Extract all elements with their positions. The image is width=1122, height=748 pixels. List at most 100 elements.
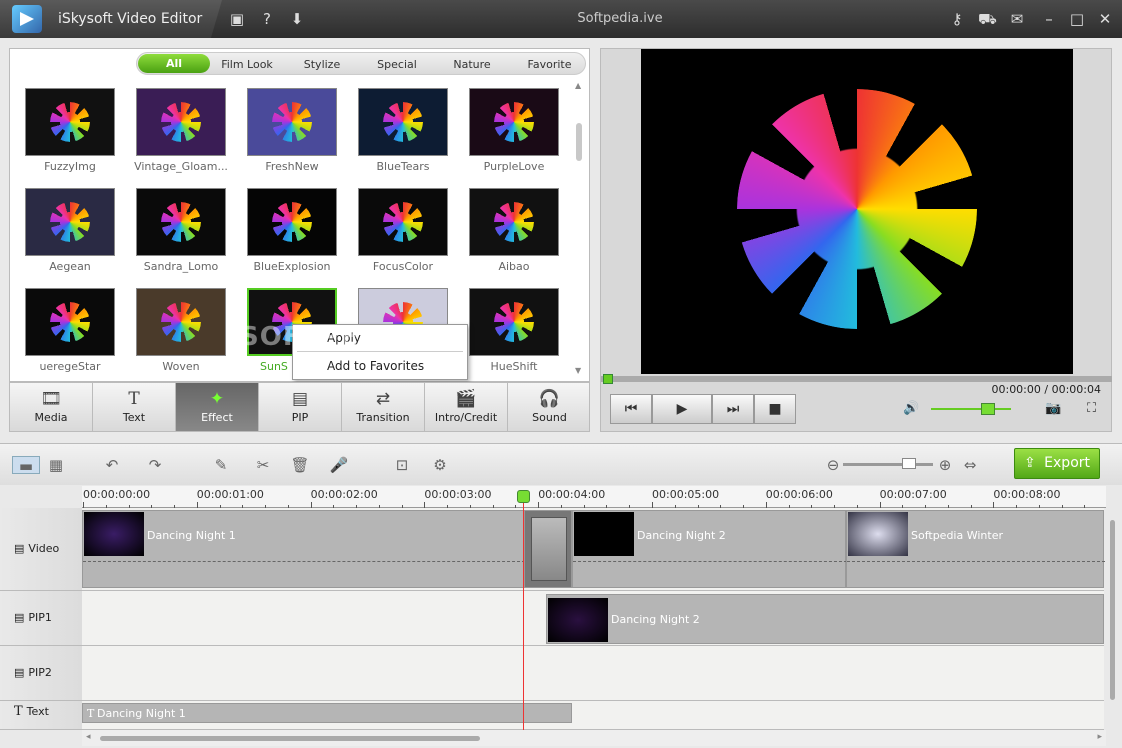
effect-item[interactable]: Aibao: [459, 188, 569, 278]
ruler-label: 00:00:05:00: [652, 488, 720, 501]
tab-nature[interactable]: Nature: [447, 56, 497, 73]
key-icon[interactable]: ⚷: [948, 10, 966, 28]
volume-slider[interactable]: [931, 408, 1011, 410]
ruler-label: 00:00:07:00: [879, 488, 947, 501]
tab-film-look[interactable]: Film Look: [217, 56, 277, 73]
text-icon: T: [87, 707, 95, 720]
effect-thumbnail: [247, 88, 337, 156]
clapper-icon: 🎬: [455, 389, 477, 409]
tab-favorite[interactable]: Favorite: [522, 56, 577, 73]
effect-item[interactable]: Woven: [126, 288, 236, 378]
playhead-line[interactable]: [523, 498, 524, 730]
effect-button[interactable]: ✦ Effect: [176, 383, 259, 431]
pip-icon: ▤: [291, 389, 309, 409]
play-button[interactable]: ▶: [652, 394, 712, 424]
delete-icon[interactable]: 🗑: [290, 456, 310, 474]
close-button[interactable]: ✕: [1096, 10, 1114, 28]
pip-button[interactable]: ▤ PIP: [259, 383, 342, 431]
cut-icon[interactable]: ✂: [253, 456, 273, 474]
video-clip[interactable]: Dancing Night 1: [82, 510, 525, 588]
zoom-knob[interactable]: [902, 458, 916, 469]
timeline-ruler[interactable]: 00:00:00:00 00:00:01:00 00:00:02:00 00:00:0…: [82, 486, 1106, 508]
text-track[interactable]: T Dancing Night 1: [82, 701, 1104, 730]
zoom-out-icon[interactable]: ⊖: [823, 456, 843, 474]
playhead-marker[interactable]: [517, 490, 530, 503]
zoom-slider[interactable]: [843, 463, 933, 466]
settings-icon[interactable]: ⚙: [430, 456, 450, 474]
preview-screen: [641, 49, 1073, 374]
tab-stylize[interactable]: Stylize: [297, 56, 347, 73]
clip-thumbnail: [574, 512, 634, 556]
scroll-thumb[interactable]: [100, 736, 480, 741]
chat-icon[interactable]: ✉: [1008, 10, 1026, 28]
effect-thumbnail: [136, 88, 226, 156]
preview-progress-bar[interactable]: [601, 374, 1112, 384]
effect-filter-tabs: All Film Look Stylize Special Nature Fav…: [136, 52, 586, 75]
video-clip[interactable]: Softpedia Winter: [846, 510, 1105, 588]
menu-item-add-to-favorites[interactable]: Add to Favorites: [327, 359, 424, 373]
ruler-label: 00:00:01:00: [196, 488, 264, 501]
tab-all[interactable]: All: [138, 54, 210, 73]
export-button[interactable]: ⇪ Export: [1014, 448, 1100, 479]
stop-button[interactable]: ■: [754, 394, 796, 424]
effect-item[interactable]: Vintage_Gloam...: [126, 88, 236, 178]
text-clip[interactable]: T Dancing Night 1: [82, 703, 572, 723]
timeline-vertical-scrollbar[interactable]: [1106, 504, 1120, 730]
text-button[interactable]: T Text: [93, 383, 176, 431]
pip-icon: ▤: [14, 611, 25, 624]
transition-clip[interactable]: [524, 510, 572, 588]
effect-item[interactable]: FocusColor: [348, 188, 458, 278]
save-icon[interactable]: ▣: [228, 10, 246, 28]
app-title: iSkysoft Video Editor: [58, 11, 203, 27]
video-clip[interactable]: Dancing Night 2: [572, 510, 847, 588]
effects-scrollbar[interactable]: ▲ ▼: [573, 81, 585, 376]
help-icon[interactable]: ?: [258, 10, 276, 28]
pip-clip[interactable]: Dancing Night 2: [546, 594, 1104, 644]
effect-thumbnail: [358, 188, 448, 256]
microphone-icon[interactable]: 🎤: [329, 456, 349, 474]
media-button[interactable]: 🎞 Media: [10, 383, 93, 431]
export-icon: ⇪: [1024, 455, 1036, 471]
effect-item[interactable]: FreshNew: [237, 88, 347, 178]
maximize-button[interactable]: □: [1068, 10, 1086, 28]
sound-button[interactable]: 🎧 Sound: [508, 383, 591, 431]
pip1-track[interactable]: Dancing Night 2: [82, 591, 1104, 646]
tab-special[interactable]: Special: [372, 56, 422, 73]
fit-timeline-icon[interactable]: ⇔: [960, 456, 980, 474]
effect-item[interactable]: BlueExplosion: [237, 188, 347, 278]
intro-credit-button[interactable]: 🎬 Intro/Credit: [425, 383, 508, 431]
storyboard-view-icon[interactable]: ▦: [44, 456, 68, 474]
effect-item[interactable]: BlueTears: [348, 88, 458, 178]
redo-icon[interactable]: ↷: [145, 456, 165, 474]
timecode: 00:00:00 / 00:00:04: [991, 383, 1101, 396]
video-track[interactable]: Dancing Night 1 Dancing Night 2 Softpedi…: [82, 508, 1105, 591]
effect-item[interactable]: HueShift: [459, 288, 569, 378]
minimize-button[interactable]: –: [1040, 10, 1058, 28]
edit-icon[interactable]: ✎: [211, 456, 231, 474]
ruler-label: 00:00:03:00: [424, 488, 492, 501]
camera-icon[interactable]: 📷: [1045, 401, 1061, 416]
prev-frame-button[interactable]: ⏮: [610, 394, 652, 424]
volume-icon[interactable]: 🔊: [903, 401, 919, 416]
zoom-in-icon[interactable]: ⊕: [935, 456, 955, 474]
undo-icon[interactable]: ↶: [102, 456, 122, 474]
cart-icon[interactable]: ⛟: [978, 10, 997, 28]
next-frame-button[interactable]: ⏭: [712, 394, 754, 424]
fullscreen-icon[interactable]: ⛶: [1087, 401, 1096, 416]
pip2-track[interactable]: [82, 646, 1104, 701]
transition-button[interactable]: ⇄ Transition: [342, 383, 425, 431]
effect-item[interactable]: Sandra_Lomo: [126, 188, 236, 278]
timeline-view-icon[interactable]: ▬: [12, 456, 40, 475]
download-icon[interactable]: ⬇: [288, 10, 306, 28]
timeline-horizontal-scrollbar[interactable]: ◂ ▸: [82, 730, 1106, 746]
effect-thumbnail: [136, 188, 226, 256]
effect-item[interactable]: ueregeStar: [15, 288, 125, 378]
app-logo-icon: [12, 5, 42, 33]
effect-item[interactable]: Aegean: [15, 188, 125, 278]
effect-item[interactable]: FuzzyImg: [15, 88, 125, 178]
transition-icon: ⇄: [375, 389, 391, 409]
crop-icon[interactable]: ⊡: [392, 456, 412, 474]
progress-knob[interactable]: [603, 374, 613, 384]
effect-item[interactable]: PurpleLove: [459, 88, 569, 178]
volume-knob[interactable]: [981, 403, 995, 415]
